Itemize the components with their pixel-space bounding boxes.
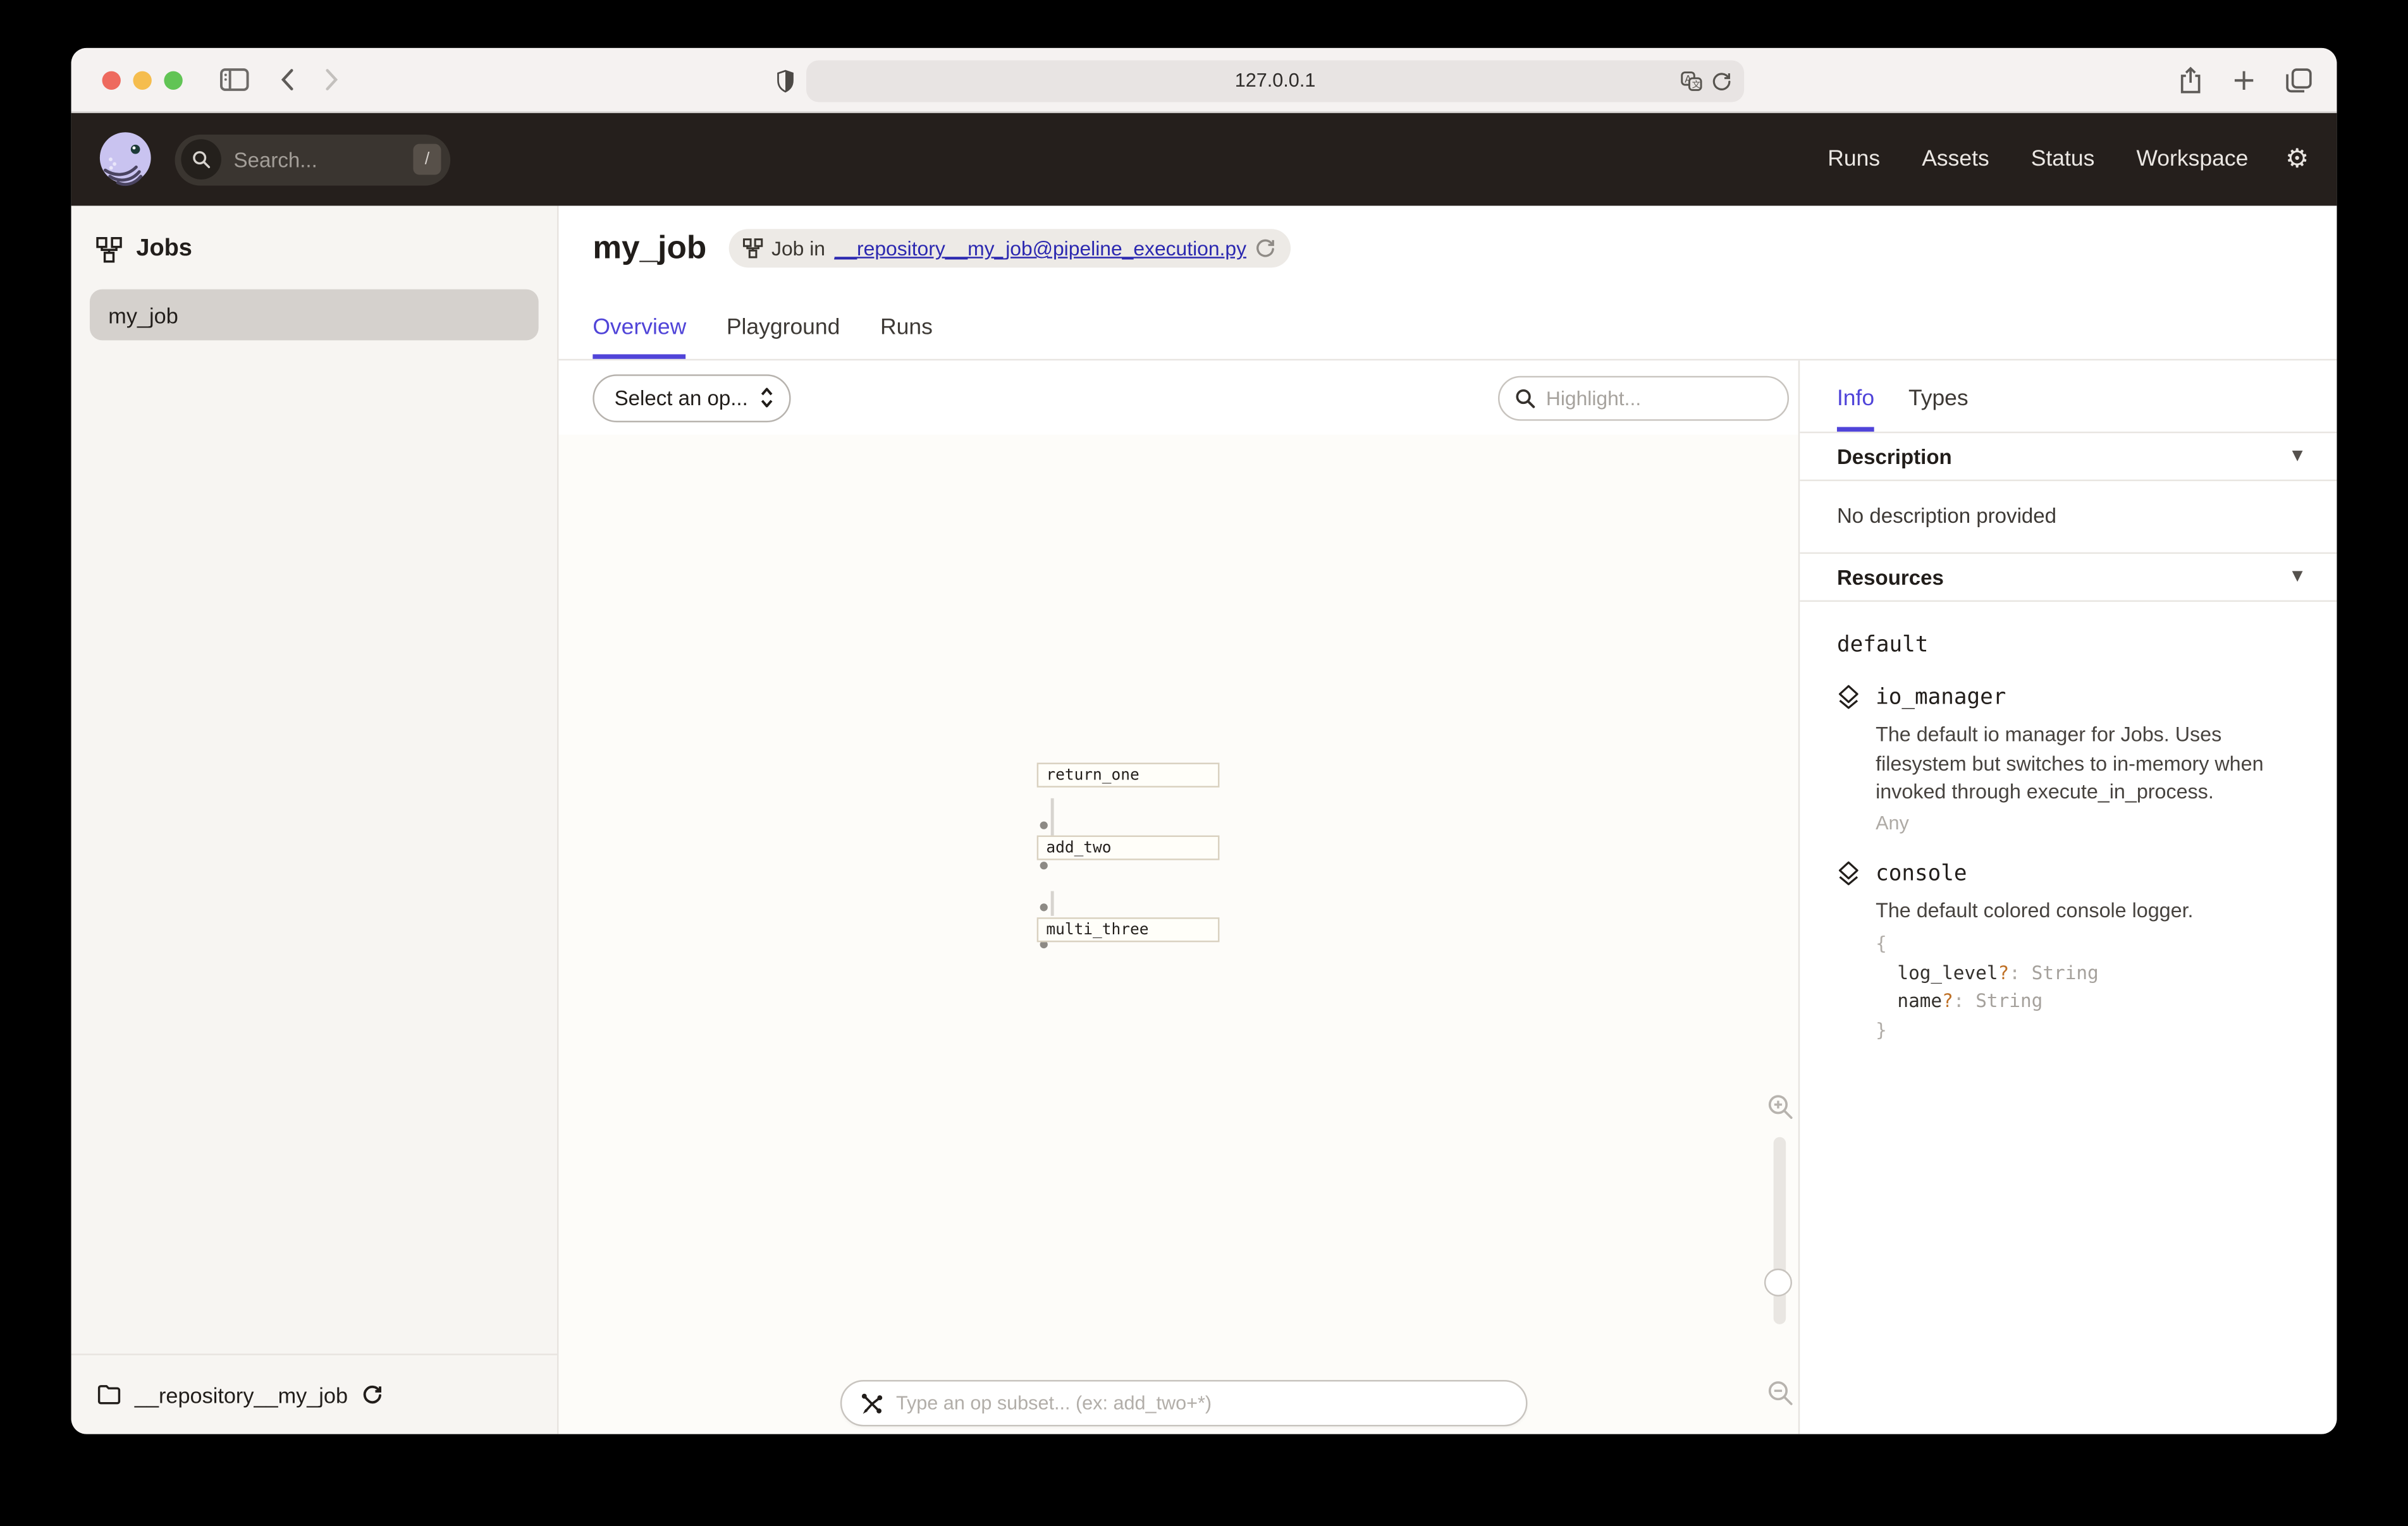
collapse-caret-icon: ▼ xyxy=(2292,570,2303,585)
search-icon xyxy=(1515,388,1535,408)
share-icon[interactable] xyxy=(2179,66,2202,94)
sidebar-title: Jobs xyxy=(136,235,192,263)
zoom-in-icon[interactable] xyxy=(1767,1094,1794,1120)
description-empty-text: No description provided xyxy=(1800,481,2337,554)
panel-tabs: Info Types xyxy=(1800,360,2337,433)
resource-console: console The default colored console logg… xyxy=(1837,860,2300,1044)
config-field-name: name?: String xyxy=(1876,987,2300,1016)
op-node-multi-three[interactable]: multi_three xyxy=(1037,917,1220,942)
edge-add-two-to-multi-three xyxy=(1051,891,1054,916)
global-search[interactable]: / xyxy=(175,134,451,185)
page-tabs: Overview Playground Runs xyxy=(593,315,933,359)
highlight-search[interactable] xyxy=(1498,375,1789,420)
browser-toolbar: 127.0.0.1 A 文 xyxy=(71,48,2337,113)
config-schema-block: { log_level?: String name?: String } xyxy=(1876,930,2300,1045)
refresh-repository-icon[interactable] xyxy=(362,1384,382,1405)
op-selector-button[interactable]: Select an op... xyxy=(593,374,791,422)
panel-tab-info[interactable]: Info xyxy=(1837,387,1874,432)
brace-open: { xyxy=(1876,930,2300,959)
settings-gear-icon[interactable]: ⚙ xyxy=(2285,144,2309,175)
search-input[interactable] xyxy=(234,148,414,171)
resource-description: The default io manager for Jobs. Uses fi… xyxy=(1876,721,2281,808)
zoom-out-icon[interactable] xyxy=(1767,1380,1794,1407)
sidebar-toggle-icon[interactable] xyxy=(220,68,249,92)
svg-text:文: 文 xyxy=(1692,79,1700,89)
minimize-window-button[interactable] xyxy=(133,70,151,89)
jobs-sidebar: Jobs my_job __repository__my_job xyxy=(71,205,559,1434)
screen: 127.0.0.1 A 文 xyxy=(0,0,2408,1526)
zoom-slider-knob[interactable] xyxy=(1764,1269,1792,1297)
nav-runs[interactable]: Runs xyxy=(1828,147,1880,171)
info-panel: Info Types Description ▼ No description … xyxy=(1798,360,2337,1434)
app-header: / Runs Assets Status Workspace ⚙ xyxy=(71,113,2337,206)
job-graph-icon xyxy=(96,236,123,262)
repository-link[interactable]: __repository__my_job@pipeline_execution.… xyxy=(835,236,1246,260)
section-description[interactable]: Description ▼ xyxy=(1800,433,2337,481)
job-context-pill: Job in __repository__my_job@pipeline_exe… xyxy=(728,229,1291,267)
input-port-add-two xyxy=(1040,822,1048,829)
tab-runs[interactable]: Runs xyxy=(880,315,933,359)
input-port-multi-three xyxy=(1040,903,1048,910)
panel-tab-types[interactable]: Types xyxy=(1908,387,1969,432)
top-nav: Runs Assets Status Workspace xyxy=(1828,147,2248,171)
resource-name: io_manager xyxy=(1876,685,2006,709)
resource-group-name: default xyxy=(1837,633,2300,657)
zoom-window-button[interactable] xyxy=(164,70,182,89)
tab-overview-icon[interactable] xyxy=(2286,67,2313,92)
nav-status[interactable]: Status xyxy=(2031,147,2095,171)
context-prefix: Job in xyxy=(771,236,825,260)
search-shortcut-badge: / xyxy=(413,144,441,175)
back-icon[interactable] xyxy=(280,68,294,92)
resource-type[interactable]: Any xyxy=(1876,812,2300,834)
nav-workspace[interactable]: Workspace xyxy=(2136,147,2248,171)
folder-icon xyxy=(97,1384,121,1405)
url-bar[interactable]: 127.0.0.1 A 文 xyxy=(806,59,1744,101)
edge-return-one-to-add-two xyxy=(1051,798,1054,836)
resource-icon xyxy=(1837,860,1860,887)
op-subset-input[interactable] xyxy=(896,1393,1508,1414)
brace-close: } xyxy=(1876,1016,2300,1045)
resource-icon xyxy=(1837,684,1860,711)
tab-overview[interactable]: Overview xyxy=(593,315,686,359)
forward-icon[interactable] xyxy=(325,68,339,92)
graph-toolbar: Select an op... xyxy=(558,360,1798,434)
new-tab-icon[interactable] xyxy=(2233,69,2254,90)
dagster-logo-icon[interactable] xyxy=(96,130,155,189)
translate-icon[interactable]: A 文 xyxy=(1681,70,1702,90)
url-text: 127.0.0.1 xyxy=(1235,70,1316,91)
browser-window: 127.0.0.1 A 文 xyxy=(71,48,2337,1434)
privacy-shield-icon[interactable] xyxy=(777,69,794,92)
close-window-button[interactable] xyxy=(102,70,121,89)
job-graph-icon xyxy=(742,238,763,259)
dag-canvas[interactable]: return_one add_two multi_three xyxy=(558,435,1798,1434)
select-caret-icon xyxy=(760,387,774,408)
resource-description: The default colored console logger. xyxy=(1876,898,2281,927)
search-icon xyxy=(181,139,221,180)
resource-io-manager: io_manager The default io manager for Jo… xyxy=(1837,684,2300,834)
tab-playground[interactable]: Playground xyxy=(727,315,840,359)
resource-name: console xyxy=(1876,861,1967,886)
repository-footer[interactable]: __repository__my_job xyxy=(71,1353,557,1434)
config-field-log-level: log_level?: String xyxy=(1876,958,2300,987)
op-subset-graph-icon xyxy=(861,1391,884,1415)
graph-pane: Select an op... xyxy=(558,360,1798,1434)
output-port-add-two xyxy=(1040,861,1048,869)
page-header: my_job Job in __repository__my_job@pipel… xyxy=(558,205,2337,360)
page-title: my_job xyxy=(593,229,706,267)
op-node-add-two[interactable]: add_two xyxy=(1037,836,1220,860)
nav-assets[interactable]: Assets xyxy=(1922,147,1989,171)
sidebar-item-my-job[interactable]: my_job xyxy=(90,290,539,341)
highlight-input[interactable] xyxy=(1546,386,1772,410)
collapse-caret-icon: ▼ xyxy=(2292,449,2303,464)
reload-workspace-icon[interactable] xyxy=(1256,238,1276,259)
traffic-lights xyxy=(102,70,183,89)
resources-content: default io_manager xyxy=(1800,602,2337,1045)
op-node-return-one[interactable]: return_one xyxy=(1037,763,1220,788)
reload-icon[interactable] xyxy=(1712,70,1732,90)
section-resources[interactable]: Resources ▼ xyxy=(1800,554,2337,602)
op-subset-filter[interactable] xyxy=(840,1380,1528,1426)
repository-name: __repository__my_job xyxy=(135,1383,348,1407)
